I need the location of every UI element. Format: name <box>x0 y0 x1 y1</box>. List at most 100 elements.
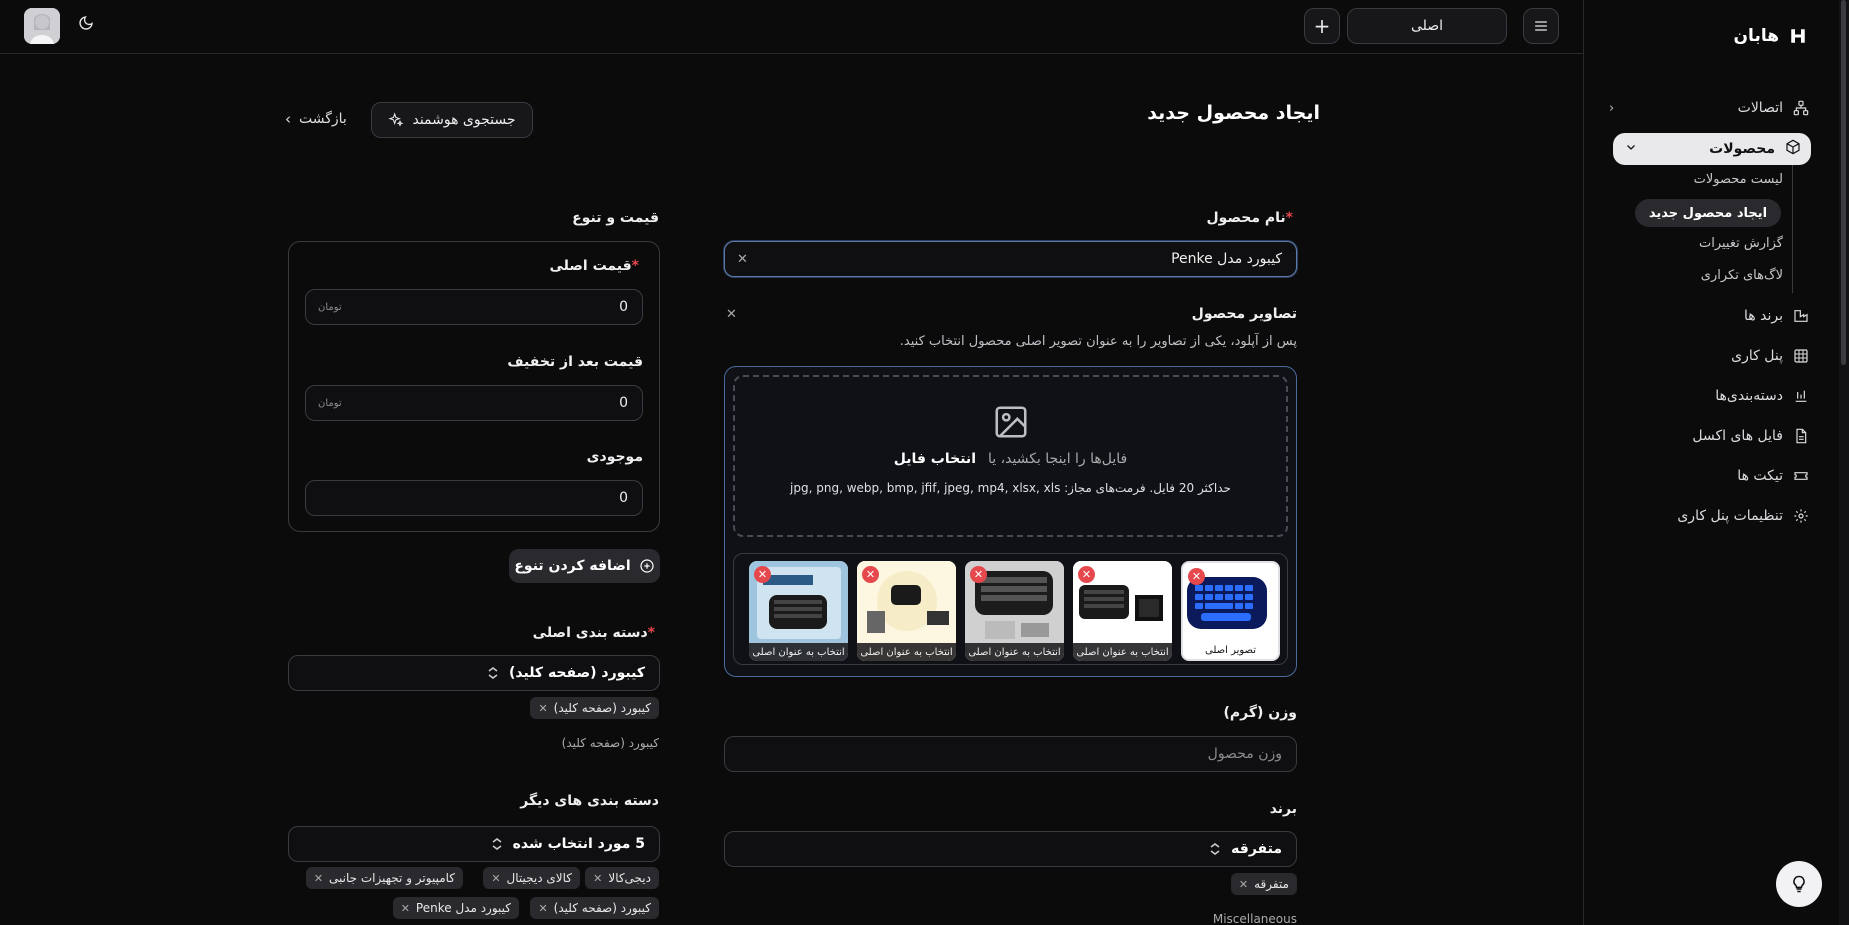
stock-field[interactable]: 0 <box>305 480 643 516</box>
sidebar-subitem-duplicate-logs[interactable]: لاگ‌های تکراری <box>1701 268 1783 283</box>
original-price-field[interactable]: 0 تومان <box>305 289 643 325</box>
remove-icon[interactable]: ✕ <box>1078 566 1095 583</box>
product-name-field[interactable]: کیبورد مدل Penke ✕ <box>724 241 1297 277</box>
box-icon <box>1785 139 1801 159</box>
stock-value: 0 <box>619 490 628 506</box>
dropzone-text: فایل‌ها را اینجا بکشید، یا انتخاب فایل <box>894 451 1128 467</box>
sidebar-item-tickets[interactable]: تیکت ها <box>1609 462 1809 490</box>
sidebar-subitem-create-product[interactable]: ایجاد محصول جدید <box>1635 199 1781 227</box>
category-tag[interactable]: کیبورد (صفحه کلید) ✕ <box>530 897 659 919</box>
remove-tag-icon[interactable]: ✕ <box>538 902 547 915</box>
chevron-up-down-icon <box>1210 843 1220 855</box>
category-tag[interactable]: کیبورد مدل Penke ✕ <box>392 897 519 919</box>
brand-tag-label: متفرقه <box>1254 877 1289 891</box>
thumbnail-caption: انتخاب به عنوان اصلی <box>857 643 956 661</box>
main-category-value: کیبورد (صفحه کلید) <box>509 665 645 681</box>
chevron-up-down-icon <box>492 838 502 850</box>
thumbnail[interactable]: انتخاب به عنوان اصلی ✕ <box>749 561 848 661</box>
add-button[interactable]: + <box>1304 8 1340 44</box>
chevron-up-down-icon <box>488 667 498 679</box>
menu-button[interactable] <box>1523 8 1559 44</box>
other-categories-select[interactable]: 5 مورد انتخاب شده <box>288 826 660 862</box>
add-variant-label: اضافه کردن تنوع <box>514 558 631 574</box>
sidebar-item-workspace[interactable]: پنل کاری <box>1609 342 1809 370</box>
thumbnail[interactable]: انتخاب به عنوان اصلی ✕ <box>1073 561 1172 661</box>
close-icon[interactable]: ✕ <box>726 307 737 322</box>
smart-search-button[interactable]: جستجوی هوشمند <box>371 102 533 138</box>
dropzone[interactable]: فایل‌ها را اینجا بکشید، یا انتخاب فایل ح… <box>733 375 1288 537</box>
dark-mode-toggle[interactable] <box>78 15 94 35</box>
sidebar-item-label: اتصالات <box>1737 100 1783 116</box>
discount-price-value: 0 <box>619 395 628 411</box>
original-price-label: *قیمت اصلی <box>549 258 640 274</box>
workspace-select[interactable]: اصلی <box>1347 8 1507 44</box>
network-icon <box>1793 100 1809 116</box>
gear-icon <box>1793 508 1809 524</box>
plus-icon: + <box>1313 14 1331 38</box>
main-category-select[interactable]: کیبورد (صفحه کلید) <box>288 655 660 691</box>
image-icon <box>994 406 1027 438</box>
hamburger-icon <box>1535 21 1547 31</box>
brand-logo[interactable]: هابان <box>1734 26 1807 46</box>
category-tag[interactable]: کالای دیجیتال ✕ <box>483 867 580 889</box>
thumbnail-main[interactable]: تصویر اصلی ✕ <box>1181 561 1280 661</box>
add-variant-button[interactable]: اضافه کردن تنوع <box>509 549 660 583</box>
currency-label: تومان <box>318 301 342 313</box>
sidebar-item-categories[interactable]: دسته‌بندی‌ها <box>1609 382 1809 410</box>
chevron-down-icon <box>1625 141 1637 157</box>
sidebar-item-label: دسته‌بندی‌ها <box>1715 388 1783 404</box>
chevron-right-icon: › <box>285 110 291 128</box>
remove-tag-icon[interactable]: ✕ <box>401 902 410 915</box>
back-label: بازگشت <box>299 111 347 127</box>
tag-label: کیبورد (صفحه کلید) <box>553 701 651 715</box>
category-tag[interactable]: کامپیوتر و تجهیزات جانبی ✕ <box>305 867 463 889</box>
tag-label: کالای دیجیتال <box>506 871 572 885</box>
remove-tag-icon[interactable]: ✕ <box>314 872 323 885</box>
image-uploader: فایل‌ها را اینجا بکشید، یا انتخاب فایل ح… <box>724 366 1297 677</box>
tag-label: کیبورد مدل Penke <box>415 901 511 915</box>
brand-name: هابان <box>1733 26 1779 46</box>
main-category-label: *دسته بندی اصلی <box>532 625 655 641</box>
weight-label: وزن (گرم) <box>1223 705 1298 721</box>
tag-label: کامپیوتر و تجهیزات جانبی <box>329 871 455 885</box>
scrollbar-thumb[interactable] <box>1841 0 1846 365</box>
thumbnail[interactable]: انتخاب به عنوان اصلی ✕ <box>857 561 956 661</box>
discount-price-field[interactable]: 0 تومان <box>305 385 643 421</box>
back-link[interactable]: بازگشت › <box>285 110 347 128</box>
remove-tag-icon[interactable]: ✕ <box>491 872 500 885</box>
remove-icon[interactable]: ✕ <box>862 566 879 583</box>
remove-icon[interactable]: ✕ <box>970 566 987 583</box>
thumbnail[interactable]: انتخاب به عنوان اصلی ✕ <box>965 561 1064 661</box>
sidebar-item-panel-settings[interactable]: تنظیمات پنل کاری <box>1609 502 1809 530</box>
remove-tag-icon[interactable]: ✕ <box>1239 878 1248 891</box>
brand-tag[interactable]: متفرقه ✕ <box>1230 873 1297 895</box>
remove-icon[interactable]: ✕ <box>1188 568 1205 585</box>
help-button[interactable] <box>1776 861 1822 907</box>
sidebar-item-excel-files[interactable]: فایل های اکسل <box>1609 422 1809 450</box>
avatar[interactable] <box>24 8 60 44</box>
choose-file-link[interactable]: انتخاب فایل <box>894 451 976 467</box>
sidebar-item-label: تنظیمات پنل کاری <box>1677 508 1783 524</box>
clear-icon[interactable]: ✕ <box>737 252 748 267</box>
sidebar-item-brands[interactable]: برند ها <box>1609 302 1809 330</box>
ticket-icon <box>1793 468 1809 484</box>
remove-icon[interactable]: ✕ <box>754 566 771 583</box>
file-icon <box>1793 428 1809 444</box>
main-category-tag[interactable]: کیبورد (صفحه کلید) ✕ <box>530 697 659 719</box>
sidebar-subitem-change-log[interactable]: گزارش تغییرات <box>1699 236 1783 251</box>
weight-field[interactable]: وزن محصول <box>724 736 1297 772</box>
chevron-left-icon: ‹ <box>1609 100 1615 116</box>
brand-select[interactable]: متفرقه <box>724 831 1297 867</box>
tag-label: دیجی‌کالا <box>608 871 651 885</box>
brand-label: برند <box>1269 801 1297 817</box>
remove-tag-icon[interactable]: ✕ <box>593 872 602 885</box>
category-tag[interactable]: دیجی‌کالا ✕ <box>585 867 659 889</box>
remove-tag-icon[interactable]: ✕ <box>538 702 547 715</box>
sidebar-scrollbar[interactable] <box>1839 0 1849 925</box>
logo-icon <box>1791 29 1805 43</box>
sidebar-item-products[interactable]: محصولات <box>1613 133 1811 165</box>
grid-icon <box>1793 348 1809 364</box>
sidebar-item-connections[interactable]: اتصالات ‹ <box>1609 94 1809 122</box>
sidebar-item-label: برند ها <box>1744 308 1783 324</box>
sidebar-subitem-product-list[interactable]: لیست محصولات <box>1694 172 1783 187</box>
